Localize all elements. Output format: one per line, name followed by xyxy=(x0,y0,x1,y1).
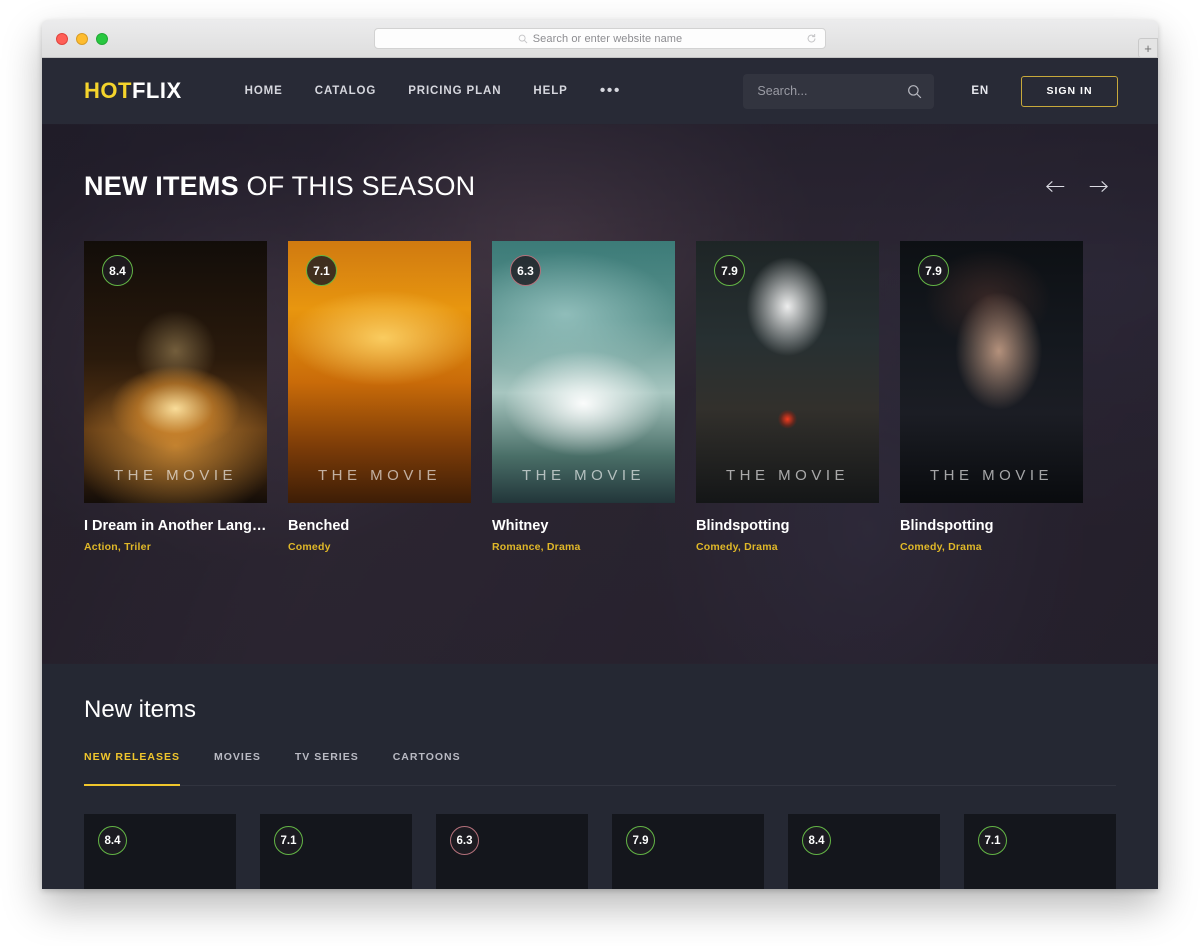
movie-genre: Action, Triler xyxy=(84,541,151,553)
browser-window: Search or enter website name + HOTFLIX H… xyxy=(42,20,1158,889)
nav-item-pricing-plan[interactable]: PRICING PLAN xyxy=(408,85,501,97)
poster-watermark: THE MOVIE xyxy=(113,467,237,484)
address-bar-placeholder: Search or enter website name xyxy=(532,32,683,45)
movie-title: Blindspotting xyxy=(900,518,994,534)
movie-title: I Dream in Another Lang… xyxy=(84,518,267,534)
minimize-window-button[interactable] xyxy=(76,32,88,45)
poster-watermark: THE MOVIE xyxy=(929,467,1053,484)
nav-item-home[interactable]: HOME xyxy=(245,85,283,97)
rating-badge: 7.9 xyxy=(918,255,949,286)
movie-card[interactable]: 7.9 THE MOVIE Blindspotting Comedy, Drama xyxy=(900,241,1083,553)
hero-title-strong: NEW ITEMS xyxy=(84,171,239,201)
movie-poster[interactable]: 7.9 xyxy=(612,814,764,889)
section-title: New items xyxy=(84,696,197,723)
movie-card[interactable]: 6.3 xyxy=(436,814,588,889)
poster-watermark: THE MOVIE xyxy=(317,467,441,484)
hero-title: NEW ITEMS OF THIS SEASON xyxy=(84,171,475,202)
tab-tv-series[interactable]: TV SERIES xyxy=(295,751,359,785)
movie-card[interactable]: 7.9 xyxy=(612,814,764,889)
movie-card[interactable]: 8.4 THE MOVIE I Dream in Another Lang… Acti… xyxy=(84,241,267,553)
rating-badge: 8.4 xyxy=(102,255,133,286)
rating-badge: 6.3 xyxy=(510,255,541,286)
new-tab-button[interactable]: + xyxy=(1138,38,1158,58)
movie-card[interactable]: 8.4 xyxy=(788,814,940,889)
rating-badge: 7.1 xyxy=(274,826,303,855)
movie-poster[interactable]: 8.4 xyxy=(788,814,940,889)
movie-poster[interactable]: 8.4 THE MOVIE xyxy=(84,241,267,503)
carousel-controls xyxy=(1044,177,1116,197)
movie-genre: Comedy, Drama xyxy=(696,541,778,553)
arrow-left-icon xyxy=(1046,181,1065,192)
movie-genre: Romance, Drama xyxy=(492,541,581,553)
movie-poster[interactable]: 7.1 xyxy=(260,814,412,889)
tab-cartoons[interactable]: CARTOONS xyxy=(393,751,461,785)
movie-title: Benched xyxy=(288,518,350,534)
language-selector[interactable]: EN xyxy=(971,85,989,97)
movie-poster[interactable]: 8.4 xyxy=(84,814,236,889)
tab-movies[interactable]: MOVIES xyxy=(214,751,261,785)
reload-icon[interactable] xyxy=(806,33,817,44)
tab-new-releases[interactable]: NEW RELEASES xyxy=(84,751,181,786)
browser-titlebar: Search or enter website name + xyxy=(42,20,1158,58)
movie-poster[interactable]: 6.3 xyxy=(436,814,588,889)
arrow-right-icon xyxy=(1089,181,1108,192)
rating-badge: 8.4 xyxy=(802,826,831,855)
movie-genre: Comedy xyxy=(288,541,331,553)
movie-card[interactable]: 7.1 xyxy=(964,814,1116,889)
movie-poster[interactable]: 7.9 THE MOVIE xyxy=(900,241,1083,503)
hero-section: NEW ITEMS OF THIS SEASON 8.4 THE MOVIE I… xyxy=(42,124,1158,664)
site-header: HOTFLIX HOME CATALOG PRICING PLAN HELP •… xyxy=(42,58,1158,124)
logo-text-flix: FLIX xyxy=(131,78,182,103)
nav-item-help[interactable]: HELP xyxy=(533,85,567,97)
movie-card[interactable]: 7.1 xyxy=(260,814,412,889)
poster-watermark: THE MOVIE xyxy=(521,467,645,484)
close-window-button[interactable] xyxy=(56,32,68,45)
site-logo[interactable]: HOTFLIX xyxy=(84,78,182,104)
movie-genre: Comedy, Drama xyxy=(900,541,982,553)
rating-badge: 7.1 xyxy=(978,826,1007,855)
movie-card[interactable]: 7.1 THE MOVIE Benched Comedy xyxy=(288,241,471,553)
poster-watermark: THE MOVIE xyxy=(725,467,849,484)
desktop-background: Search or enter website name + HOTFLIX H… xyxy=(0,0,1200,946)
sign-in-button[interactable]: SIGN IN xyxy=(1021,75,1118,107)
rating-badge: 7.9 xyxy=(626,826,655,855)
rating-badge: 6.3 xyxy=(450,826,479,855)
header-actions: Search... EN SIGN IN xyxy=(743,73,1118,109)
rating-badge: 7.9 xyxy=(714,255,745,286)
address-bar[interactable]: Search or enter website name xyxy=(374,28,826,49)
rating-badge: 8.4 xyxy=(98,826,127,855)
nav-more-icon[interactable]: ••• xyxy=(600,83,621,99)
maximize-window-button[interactable] xyxy=(96,32,108,45)
movie-poster[interactable]: 6.3 THE MOVIE xyxy=(492,241,675,503)
movie-card[interactable]: 6.3 THE MOVIE Whitney Romance, Drama xyxy=(492,241,675,553)
window-controls[interactable] xyxy=(56,32,108,45)
movie-card[interactable]: 7.9 THE MOVIE Blindspotting Comedy, Drama xyxy=(696,241,879,553)
new-items-grid: 8.4 7.1 6.3 7.9 8.4 7.1 xyxy=(84,814,1116,889)
new-items-section: New items NEW RELEASES MOVIES TV SERIES CAR… xyxy=(42,664,1158,889)
hero-movie-carousel: 8.4 THE MOVIE I Dream in Another Lang… Acti… xyxy=(84,241,1116,553)
movie-poster[interactable]: 7.1 xyxy=(964,814,1116,889)
carousel-next-button[interactable] xyxy=(1086,177,1110,197)
carousel-prev-button[interactable] xyxy=(1044,177,1068,197)
movie-poster[interactable]: 7.1 THE MOVIE xyxy=(288,241,471,503)
logo-text-hot: HOT xyxy=(84,78,132,103)
main-navigation: HOME CATALOG PRICING PLAN HELP ••• xyxy=(245,83,621,99)
category-tabs: NEW RELEASES MOVIES TV SERIES CARTOONS xyxy=(84,751,1116,786)
hero-title-light: OF THIS SEASON xyxy=(238,171,476,201)
search-input[interactable]: Search... xyxy=(743,73,935,109)
movie-poster[interactable]: 7.9 THE MOVIE xyxy=(696,241,879,503)
search-placeholder: Search... xyxy=(757,84,808,98)
page-viewport: HOTFLIX HOME CATALOG PRICING PLAN HELP •… xyxy=(42,58,1158,889)
url-search-icon xyxy=(518,34,528,43)
movie-title: Whitney xyxy=(492,518,549,534)
hero-header: NEW ITEMS OF THIS SEASON xyxy=(84,124,1116,202)
rating-badge: 7.1 xyxy=(306,255,337,286)
nav-item-catalog[interactable]: CATALOG xyxy=(315,85,376,97)
movie-card[interactable]: 8.4 xyxy=(84,814,236,889)
search-icon[interactable] xyxy=(907,84,922,99)
movie-title: Blindspotting xyxy=(696,518,790,534)
